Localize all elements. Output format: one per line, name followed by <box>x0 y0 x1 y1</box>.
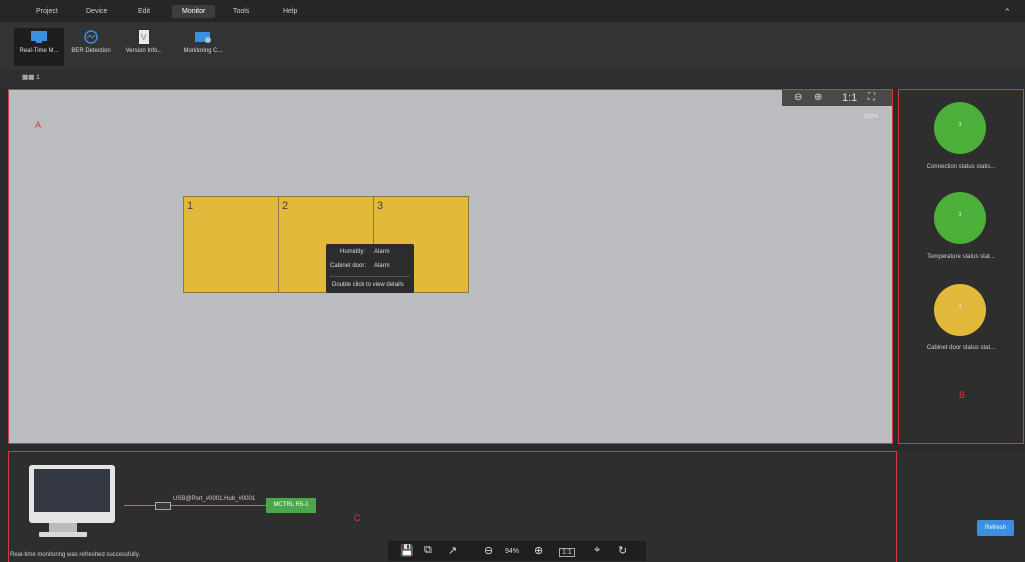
computer-base <box>39 532 87 537</box>
menu-tools[interactable]: Tools <box>233 8 249 15</box>
cabinet-number: 1 <box>187 200 194 212</box>
computer-screen <box>34 469 110 512</box>
menu-device[interactable]: Device <box>86 8 107 15</box>
menu-bar: Project Device Edit Monitor Tools Help ⌃ <box>0 0 1025 22</box>
add-screen-icon[interactable]: ⧉ <box>424 544 432 557</box>
screen-tab[interactable]: ▩▩ 1 <box>22 73 40 81</box>
zoom-in-icon[interactable]: ⊕ <box>814 92 822 103</box>
collapse-ribbon-icon[interactable]: ⌃ <box>1003 7 1011 18</box>
zoom-out-icon[interactable]: ⊖ <box>484 544 493 557</box>
connection-line <box>124 505 267 506</box>
usb-port-icon <box>155 502 171 510</box>
version-info-button[interactable]: V Version Info... <box>119 28 169 66</box>
area-b-marker: B <box>959 390 966 400</box>
cabinet-door-status-count: 3 <box>958 304 962 310</box>
ribbon-toolbar: Real-Time M... BER Detection V Version I… <box>0 22 1025 70</box>
screen-canvas[interactable]: A ⊖ ⊕ 1:1 ⛶ 100% 1 2 3 Humidity: Alarm C… <box>8 89 893 444</box>
export-icon[interactable]: ↗ <box>448 544 457 557</box>
menu-project[interactable]: Project <box>36 8 58 15</box>
status-statistics-panel: 3 Connection status statis... 3 Temperat… <box>898 89 1024 444</box>
ber-detection-button[interactable]: BER Detection <box>66 28 116 66</box>
controller-device[interactable]: MCTRL R5-1 <box>266 498 316 513</box>
screen-tab-label: 1 <box>36 74 40 81</box>
realtime-monitor-icon <box>31 31 47 43</box>
canvas-zoom-bar: ⊖ ⊕ 1:1 ⛶ <box>782 90 892 106</box>
rotate-icon[interactable]: ↻ <box>618 544 627 557</box>
connection-status-circle[interactable]: 3 <box>934 102 986 154</box>
monitoring-config-icon <box>195 32 211 43</box>
cabinet-door-value: Alarm <box>374 263 390 269</box>
ber-detection-icon <box>84 30 98 44</box>
area-c-marker: C <box>354 513 361 523</box>
tooltip-hint: Double click to view details <box>332 282 404 288</box>
zoom-in-icon[interactable]: ⊕ <box>534 544 543 557</box>
cabinet-number: 2 <box>282 200 289 212</box>
connection-status-label: Connection status statis... <box>926 164 996 170</box>
cabinet-door-status-label: Cabinet door status stat... <box>926 345 996 351</box>
svg-text:V: V <box>141 33 147 42</box>
bottom-toolbar: 💾 ⧉ ↗ ⊖ 94% ⊕ 1:1 ⌖ ↻ <box>388 541 646 561</box>
temperature-status-label: Temperature status stat... <box>927 254 995 260</box>
menu-edit[interactable]: Edit <box>138 8 150 15</box>
computer-icon <box>29 465 115 523</box>
fit-screen-icon[interactable]: ⛶ <box>868 92 875 103</box>
menu-help[interactable]: Help <box>283 8 297 15</box>
screen-tab-row: ▩▩ 1 <box>0 70 1025 88</box>
cabinet-door-status-circle[interactable]: 3 <box>934 284 986 336</box>
zoom-hint: 100% <box>862 114 878 120</box>
realtime-monitoring-label: Real-Time M... <box>19 48 59 54</box>
fit-view-icon[interactable]: ⌖ <box>594 544 600 557</box>
monitoring-config-label: Monitoring C... <box>183 48 223 54</box>
zoom-percent: 94% <box>505 548 520 555</box>
realtime-monitoring-button[interactable]: Real-Time M... <box>14 28 64 66</box>
save-icon[interactable]: 💾 <box>400 544 414 557</box>
cabinet-tooltip: Humidity: Alarm Cabinet door: Alarm Doub… <box>326 244 414 293</box>
version-info-icon: V <box>139 30 149 44</box>
actual-size-button[interactable]: 1:1 <box>842 92 857 104</box>
humidity-label: Humidity: <box>340 249 366 255</box>
status-message: Real-time monitoring was refreshed succe… <box>10 552 140 558</box>
cabinet-number: 3 <box>377 200 384 212</box>
temperature-status-count: 3 <box>958 212 962 218</box>
actual-size-button[interactable]: 1:1 <box>559 548 575 557</box>
ber-detection-label: BER Detection <box>71 48 111 54</box>
cabinet-door-label: Cabinet door: <box>330 263 367 269</box>
menu-monitor[interactable]: Monitor <box>172 5 216 18</box>
temperature-status-circle[interactable]: 3 <box>934 192 986 244</box>
refresh-button[interactable]: Refresh <box>977 520 1014 536</box>
cabinet-panel[interactable]: 1 <box>183 196 279 293</box>
humidity-value: Alarm <box>374 249 390 255</box>
connection-status-count: 3 <box>958 122 962 128</box>
usb-port-label: USB@Port_#0001.Hub_#0001 <box>173 496 256 502</box>
refresh-area: Refresh <box>897 451 1025 561</box>
tooltip-divider <box>330 276 410 277</box>
version-info-label: Version Info... <box>125 48 163 54</box>
zoom-out-icon[interactable]: ⊖ <box>794 92 802 103</box>
area-a-marker: A <box>35 120 42 130</box>
monitoring-config-button[interactable]: Monitoring C... <box>178 28 228 66</box>
